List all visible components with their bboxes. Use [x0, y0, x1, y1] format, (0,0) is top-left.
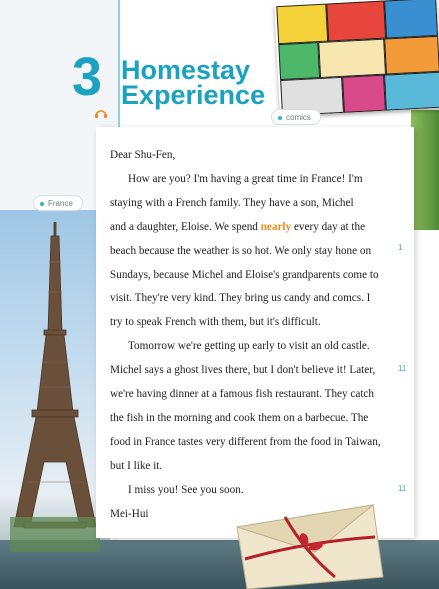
unit-title-line-2: Experience	[121, 80, 266, 110]
letter-line: and a daughter, Eloise. We spend nearly …	[110, 220, 366, 233]
headphones-icon[interactable]	[94, 108, 108, 118]
letter-line: staying with a French family. They have …	[110, 196, 354, 209]
letter-line: we're having dinner at a famous fish res…	[110, 388, 374, 401]
letter-line: try to speak French with them, but it's …	[110, 316, 321, 329]
letter-line: food in France tastes very different fro…	[110, 435, 381, 448]
letter-line: beach because the weather is so hot. We …	[110, 244, 372, 257]
comic-collage-image	[274, 0, 439, 117]
letter-line: Michel says a ghost lives there, but I d…	[110, 364, 376, 377]
letter-line: visit. They're very kind. They bring us …	[110, 292, 371, 305]
letter-line: the fish in the morning and cook them on…	[110, 411, 369, 424]
france-tag[interactable]: France	[33, 195, 83, 211]
letter-line: How are you? I'm having a great time in …	[128, 172, 363, 185]
letter-card: Dear Shu-Fen, How are you? I'm having a …	[96, 127, 414, 538]
vocabulary-highlight[interactable]: nearly	[261, 221, 291, 233]
letter-envelope-image	[236, 504, 384, 589]
comics-tag[interactable]: comics	[271, 109, 321, 125]
unit-number: 3	[72, 47, 103, 107]
letter-line: Sundays, because Michel and Eloise's gra…	[110, 268, 379, 281]
letter-body: Dear Shu-Fen, How are you? I'm having a …	[110, 144, 406, 527]
line-marker: 11	[398, 364, 407, 373]
grass-decoration	[411, 110, 439, 230]
eiffel-tower-image	[10, 222, 100, 552]
line-marker: 11	[398, 484, 407, 493]
letter-line: but I like it.	[110, 459, 163, 472]
line-marker: 1	[398, 243, 403, 252]
letter-greeting: Dear Shu-Fen,	[110, 149, 176, 161]
letter-line: Tomorrow we're getting up early to visit…	[128, 340, 370, 353]
